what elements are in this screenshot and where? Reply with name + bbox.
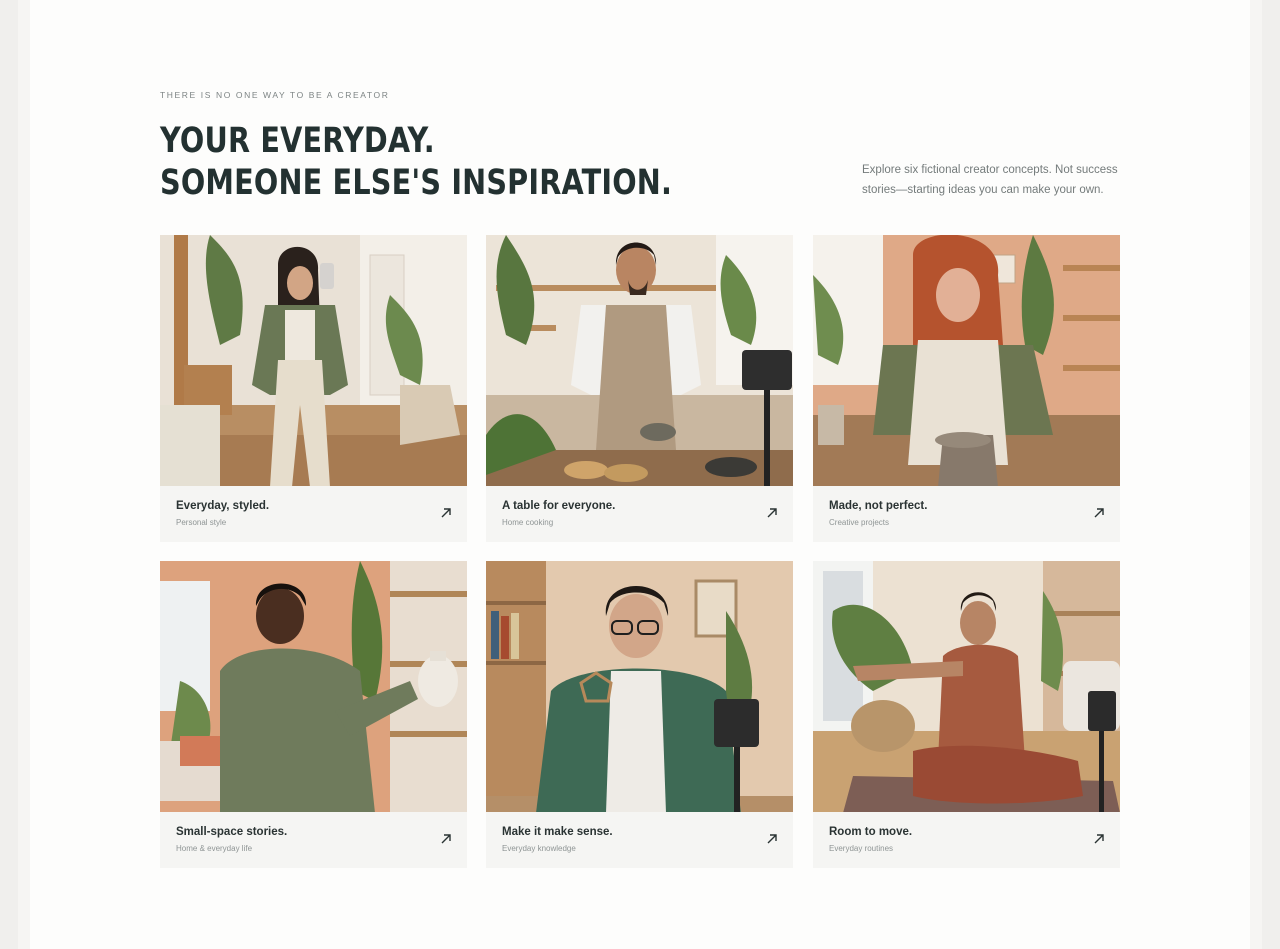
card-subtitle: Home & everyday life — [176, 844, 253, 853]
arrow-up-right-icon[interactable] — [765, 506, 779, 520]
creator-card-personal-style[interactable]: Everyday, styled. Personal style — [160, 235, 467, 542]
section-eyebrow: THERE IS NO ONE WAY TO BE A CREATOR — [160, 90, 390, 100]
woman-mirror-selfie-photo — [160, 235, 467, 487]
card-footer — [813, 812, 1120, 868]
card-footer — [160, 486, 467, 542]
card-subtitle: Everyday knowledge — [502, 844, 576, 853]
headline-line-2: SOMEONE ELSE'S INSPIRATION. — [160, 163, 673, 203]
card-title: Made, not perfect. — [829, 500, 928, 512]
arrow-up-right-icon[interactable] — [1092, 832, 1106, 846]
card-footer — [813, 486, 1120, 542]
headline-line-1: YOUR EVERYDAY. — [160, 121, 435, 161]
card-subtitle: Everyday routines — [829, 844, 894, 853]
section-intro: Explore six fictional creator concepts. … — [862, 164, 1118, 196]
woman-pottery-photo — [813, 235, 1120, 487]
arrow-up-right-icon[interactable] — [1092, 506, 1106, 520]
card-subtitle: Home cooking — [502, 518, 554, 527]
section-headline: YOUR EVERYDAY. SOMEONE ELSE'S INSPIRATIO… — [160, 120, 673, 204]
arrow-up-right-icon[interactable] — [439, 506, 453, 520]
card-footer — [486, 812, 793, 868]
woman-stretching-photo — [813, 561, 1120, 813]
creator-card-everyday-routines[interactable]: Room to move. Everyday routines — [813, 561, 1120, 868]
creator-card-home-cooking[interactable]: A table for everyone. Home cooking — [486, 235, 793, 542]
card-footer — [160, 812, 467, 868]
card-title: A table for everyone. — [502, 500, 616, 512]
card-subtitle: Personal style — [176, 518, 227, 527]
card-footer — [486, 486, 793, 542]
creator-card-small-space[interactable]: Small-space stories. Home & everyday lif… — [160, 561, 467, 868]
man-cooking-photo — [486, 235, 793, 487]
man-with-vase-photo — [160, 561, 467, 813]
card-subtitle: Creative projects — [829, 518, 890, 527]
creator-card-everyday-knowledge[interactable]: Make it make sense. Everyday knowledge — [486, 561, 793, 868]
card-title: Everyday, styled. — [176, 500, 270, 512]
card-title: Make it make sense. — [502, 826, 613, 838]
man-explaining-model-photo — [486, 561, 793, 813]
card-title: Small-space stories. — [176, 826, 288, 838]
creator-card-creative-projects[interactable]: Made, not perfect. Creative projects — [813, 235, 1120, 542]
arrow-up-right-icon[interactable] — [765, 832, 779, 846]
card-title: Room to move. — [829, 826, 913, 838]
arrow-up-right-icon[interactable] — [439, 832, 453, 846]
